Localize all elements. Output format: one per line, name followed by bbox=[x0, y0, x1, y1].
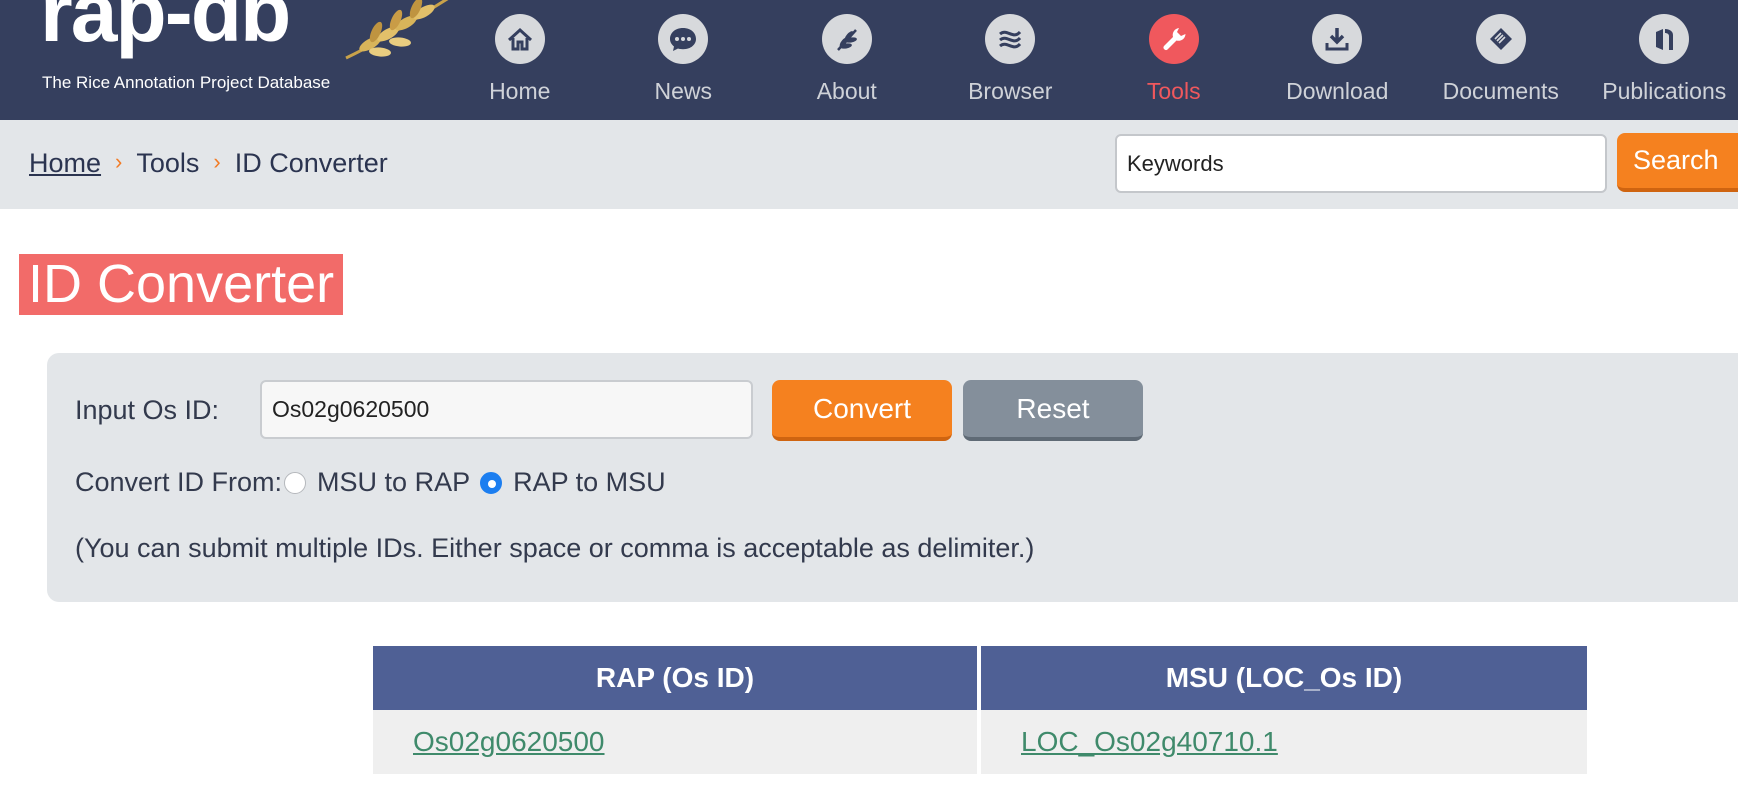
nav-label: Download bbox=[1286, 78, 1389, 104]
reset-button[interactable]: Reset bbox=[963, 380, 1143, 441]
results-table: RAP (Os ID) MSU (LOC_Os ID) Os02g0620500… bbox=[369, 646, 1591, 774]
nav-item-home[interactable]: Home bbox=[438, 0, 602, 120]
documents-icon bbox=[1475, 14, 1526, 64]
home-icon bbox=[494, 14, 545, 64]
nav-item-browser[interactable]: Browser bbox=[929, 0, 1093, 120]
convert-direction-group: Convert ID From: MSU to RAP RAP to MSU bbox=[75, 467, 666, 498]
breadcrumb-bar: Home › Tools › ID Converter Search bbox=[0, 120, 1738, 209]
nav-item-documents[interactable]: Documents bbox=[1419, 0, 1583, 120]
breadcrumb-home-link[interactable]: Home bbox=[29, 148, 101, 179]
chat-bubble-icon bbox=[658, 14, 709, 64]
publications-icon bbox=[1639, 14, 1690, 64]
breadcrumb-current: ID Converter bbox=[234, 148, 388, 178]
msu-id-link[interactable]: LOC_Os02g40710.1 bbox=[1021, 726, 1278, 757]
main-nav: Home News About Browser Tools Download D… bbox=[438, 0, 1738, 120]
column-header-msu: MSU (LOC_Os ID) bbox=[981, 646, 1587, 710]
nav-label: Documents bbox=[1442, 78, 1559, 104]
nav-label: Browser bbox=[968, 78, 1053, 104]
site-header: rap-db The Rice Annotation Project Datab… bbox=[0, 0, 1738, 120]
table-cell: Os02g0620500 bbox=[373, 710, 977, 774]
breadcrumb: Home › Tools › ID Converter bbox=[29, 148, 388, 179]
nav-label: News bbox=[654, 78, 712, 104]
breadcrumb-separator: › bbox=[213, 148, 221, 174]
nav-label: Home bbox=[489, 78, 551, 104]
nav-item-download[interactable]: Download bbox=[1256, 0, 1420, 120]
nav-item-publications[interactable]: Publications bbox=[1583, 0, 1738, 120]
search-input[interactable] bbox=[1115, 134, 1607, 193]
converter-form-panel: Input Os ID: Convert Reset Convert ID Fr… bbox=[47, 353, 1738, 602]
page-title: ID Converter bbox=[19, 254, 344, 315]
genome-browser-icon bbox=[985, 14, 1036, 64]
nav-item-tools[interactable]: Tools bbox=[1092, 0, 1256, 120]
radio-rap-to-msu-label[interactable]: RAP to MSU bbox=[513, 467, 666, 498]
os-id-input[interactable] bbox=[260, 380, 753, 439]
table-cell: LOC_Os02g40710.1 bbox=[981, 710, 1587, 774]
table-row: Os02g0620500 LOC_Os02g40710.1 bbox=[373, 710, 1587, 774]
nav-label: About bbox=[816, 78, 877, 104]
site-logo[interactable]: rap-db The Rice Annotation Project Datab… bbox=[40, 0, 449, 110]
search-button[interactable]: Search bbox=[1617, 133, 1738, 192]
rice-leaf-icon bbox=[821, 14, 872, 64]
logo-subtitle: The Rice Annotation Project Database bbox=[42, 73, 331, 92]
nav-label: Tools bbox=[1146, 78, 1201, 104]
breadcrumb-separator: › bbox=[115, 148, 123, 174]
nav-label: Publications bbox=[1602, 78, 1727, 104]
download-icon bbox=[1312, 14, 1363, 64]
radio-msu-to-rap[interactable] bbox=[284, 471, 307, 494]
rap-id-link[interactable]: Os02g0620500 bbox=[413, 726, 605, 757]
nav-item-about[interactable]: About bbox=[765, 0, 929, 120]
table-header-row: RAP (Os ID) MSU (LOC_Os ID) bbox=[373, 646, 1587, 710]
nav-item-news[interactable]: News bbox=[602, 0, 766, 120]
logo-wordmark: rap-db bbox=[40, 0, 291, 59]
convert-from-label: Convert ID From: bbox=[75, 467, 283, 497]
radio-rap-to-msu[interactable] bbox=[480, 471, 503, 494]
delimiter-note: (You can submit multiple IDs. Either spa… bbox=[75, 533, 1035, 563]
convert-button[interactable]: Convert bbox=[772, 380, 952, 441]
breadcrumb-tools: Tools bbox=[136, 148, 200, 178]
wrench-icon bbox=[1148, 14, 1199, 64]
input-id-label: Input Os ID: bbox=[75, 395, 220, 425]
radio-msu-to-rap-label[interactable]: MSU to RAP bbox=[317, 467, 470, 498]
column-header-rap: RAP (Os ID) bbox=[373, 646, 977, 710]
